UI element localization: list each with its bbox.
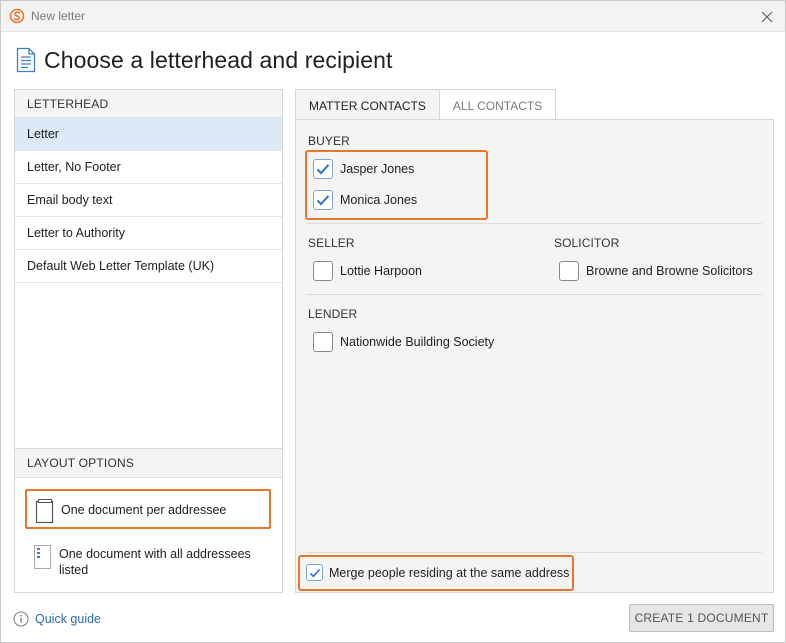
checkbox-checked[interactable]	[313, 190, 333, 210]
checkbox-checked[interactable]	[306, 564, 323, 581]
merge-label: Merge people residing at the same addres…	[329, 566, 570, 580]
group-label-seller: SELLER	[308, 236, 355, 250]
letterhead-item-default-web-letter[interactable]: Default Web Letter Template (UK)	[15, 250, 282, 283]
contact-browne-solicitors[interactable]: Browne and Browne Solicitors	[559, 259, 759, 285]
create-document-button[interactable]: CREATE 1 DOCUMENT	[629, 604, 774, 632]
close-icon[interactable]	[757, 7, 777, 27]
letterhead-item-letter-no-footer[interactable]: Letter, No Footer	[15, 151, 282, 184]
contact-tabs: MATTER CONTACTS ALL CONTACTS	[295, 89, 557, 120]
quick-guide-label: Quick guide	[35, 612, 102, 626]
divider	[306, 552, 762, 553]
list-document-icon	[33, 544, 53, 570]
contact-nationwide[interactable]: Nationwide Building Society	[313, 330, 513, 356]
letterhead-item-email-body-text[interactable]: Email body text	[15, 184, 282, 217]
layout-option-label: One document with all addressees listed	[59, 547, 251, 577]
divider	[306, 294, 762, 295]
layout-options-header: LAYOUT OPTIONS	[15, 449, 282, 478]
checkbox[interactable]	[559, 261, 579, 281]
page-title: Choose a letterhead and recipient	[44, 47, 393, 73]
tab-matter-contacts[interactable]: MATTER CONTACTS	[295, 89, 440, 120]
contact-name: Jasper Jones	[340, 162, 415, 176]
document-icon	[16, 47, 36, 73]
group-label-lender: LENDER	[308, 307, 358, 321]
group-label-buyer: BUYER	[308, 134, 350, 148]
letterhead-item-letter-to-authority[interactable]: Letter to Authority	[15, 217, 282, 250]
contact-name: Nationwide Building Society	[340, 335, 495, 349]
layout-options-section: LAYOUT OPTIONS One document per addresse…	[15, 448, 282, 592]
checkbox[interactable]	[313, 332, 333, 352]
divider	[306, 223, 762, 224]
new-letter-dialog: New letter Choose a letterhead and recip…	[0, 0, 786, 643]
letterhead-header: LETTERHEAD	[15, 90, 282, 118]
contact-jasper-jones[interactable]: Jasper Jones	[313, 157, 473, 183]
contact-name: Browne and Browne Solicitors	[586, 264, 753, 278]
tab-all-contacts[interactable]: ALL CONTACTS	[439, 89, 557, 120]
checkbox-checked[interactable]	[313, 159, 333, 179]
contact-name: Monica Jones	[340, 193, 418, 207]
contact-name: Lottie Harpoon	[340, 264, 423, 278]
layout-option-label: One document per addressee	[61, 503, 227, 517]
app-logo-icon	[9, 8, 25, 24]
merge-same-address-option[interactable]: Merge people residing at the same addres…	[306, 561, 570, 587]
layout-option-all-addressees[interactable]: One document with all addressees listed	[25, 537, 271, 577]
contact-monica-jones[interactable]: Monica Jones	[313, 188, 473, 214]
letterhead-list: Letter Letter, No Footer Email body text…	[15, 118, 282, 283]
contact-lottie-harpoon[interactable]: Lottie Harpoon	[313, 259, 473, 285]
group-label-solicitor: SOLICITOR	[554, 236, 620, 250]
contacts-panel: BUYER Jasper Jones Monica Jones SELLER S…	[295, 119, 774, 593]
title-bar: New letter	[1, 1, 785, 32]
letterhead-item-letter[interactable]: Letter	[15, 118, 282, 151]
window-title: New letter	[31, 9, 86, 23]
checkbox[interactable]	[313, 261, 333, 281]
single-document-icon	[35, 498, 55, 524]
quick-guide-link[interactable]: Quick guide	[13, 610, 101, 628]
layout-option-one-per-addressee[interactable]: One document per addressee	[25, 489, 271, 529]
info-icon	[13, 611, 29, 627]
letterhead-panel: LETTERHEAD Letter Letter, No Footer Emai…	[14, 89, 283, 593]
